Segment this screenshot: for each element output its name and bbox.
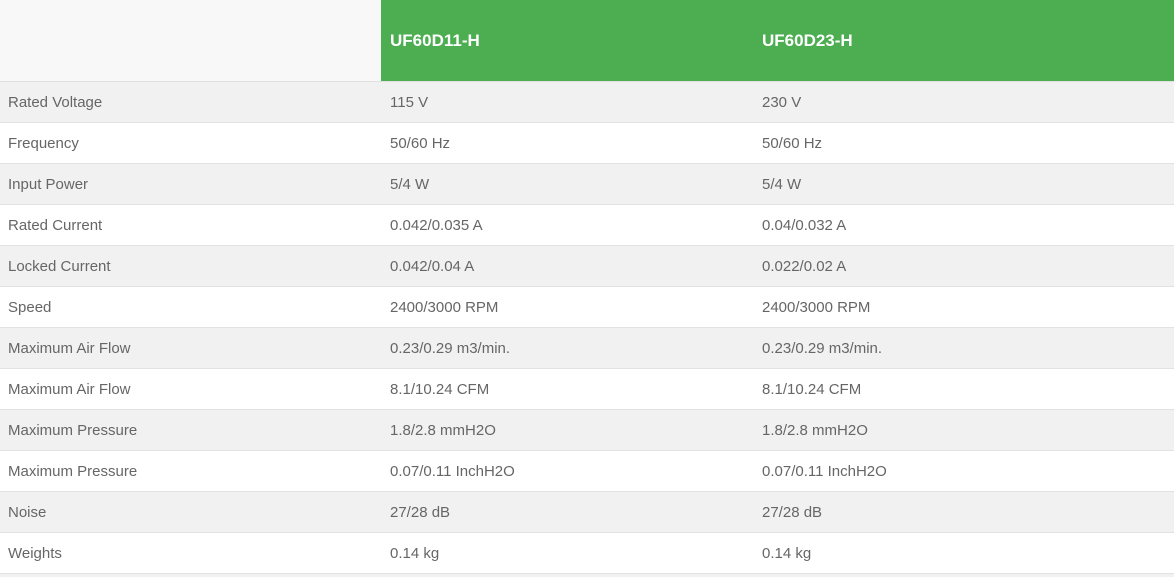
row-value-uf60d11h: 0.23/0.29 m3/min. (381, 328, 753, 369)
row-value-uf60d11h: 1.8/2.8 mmH2O (381, 410, 753, 451)
row-value-uf60d23h: 0.14 kg (753, 533, 1174, 574)
row-value-uf60d11h: 5/4 W (381, 164, 753, 205)
row-value-uf60d23h: 27/28 dB (753, 492, 1174, 533)
table-row: Rated Voltage 115 V 230 V (0, 82, 1174, 123)
table-row: Speed 2400/3000 RPM 2400/3000 RPM (0, 287, 1174, 328)
row-value-uf60d11h: 8.1/10.24 CFM (381, 369, 753, 410)
row-value-uf60d23h: 1.8/2.8 mmH2O (753, 410, 1174, 451)
row-label: Locked Current (0, 246, 381, 287)
row-label: Weights (0, 533, 381, 574)
table-row: Maximum Air Flow 0.23/0.29 m3/min. 0.23/… (0, 328, 1174, 369)
row-label: Maximum Pressure (0, 451, 381, 492)
table-row: Noise 27/28 dB 27/28 dB (0, 492, 1174, 533)
spec-table-container: UF60D11-H UF60D23-H Rated Voltage 115 V … (0, 0, 1174, 577)
table-row: Maximum Pressure 1.8/2.8 mmH2O 1.8/2.8 m… (0, 410, 1174, 451)
row-value-uf60d23h: 0.07/0.11 InchH2O (753, 451, 1174, 492)
row-value-uf60d23h: 2400/3000 RPM (753, 287, 1174, 328)
row-value-uf60d23h: 0.022/0.02 A (753, 246, 1174, 287)
row-label: Maximum Pressure (0, 410, 381, 451)
table-row: Rated Current 0.042/0.035 A 0.04/0.032 A (0, 205, 1174, 246)
row-value-uf60d11h: 0.042/0.04 A (381, 246, 753, 287)
table-row: Maximum Pressure 0.07/0.11 InchH2O 0.07/… (0, 451, 1174, 492)
spec-table-header: UF60D11-H UF60D23-H (0, 0, 1174, 82)
row-label: Maximum Air Flow (0, 369, 381, 410)
header-model-uf60d23h: UF60D23-H (753, 0, 1174, 82)
row-label: Maximum Air Flow (0, 328, 381, 369)
row-label: Noise (0, 492, 381, 533)
header-corner-cell (0, 0, 381, 82)
table-row: Weights 0.14 kg 0.14 kg (0, 533, 1174, 574)
row-label: Input Power (0, 164, 381, 205)
row-value-uf60d23h: 0.23/0.29 m3/min. (753, 328, 1174, 369)
row-value-uf60d11h: 50/60 Hz (381, 123, 753, 164)
row-value-uf60d11h: 0.14 kg (381, 533, 753, 574)
row-label: Rated Voltage (0, 82, 381, 123)
row-value-uf60d11h: 0.07/0.11 InchH2O (381, 451, 753, 492)
header-row: UF60D11-H UF60D23-H (0, 0, 1174, 82)
row-label: Frequency (0, 123, 381, 164)
row-value-uf60d23h: 230 V (753, 82, 1174, 123)
row-value-uf60d11h: 115 V (381, 82, 753, 123)
row-value-uf60d11h: 0.042/0.035 A (381, 205, 753, 246)
table-row: Maximum Air Flow 8.1/10.24 CFM 8.1/10.24… (0, 369, 1174, 410)
row-value-uf60d11h: 27/28 dB (381, 492, 753, 533)
row-label: Rated Current (0, 205, 381, 246)
row-value-uf60d23h: 8.1/10.24 CFM (753, 369, 1174, 410)
table-row: Frequency 50/60 Hz 50/60 Hz (0, 123, 1174, 164)
spec-table: UF60D11-H UF60D23-H Rated Voltage 115 V … (0, 0, 1174, 574)
row-label: Speed (0, 287, 381, 328)
row-value-uf60d23h: 50/60 Hz (753, 123, 1174, 164)
table-row: Input Power 5/4 W 5/4 W (0, 164, 1174, 205)
row-value-uf60d23h: 0.04/0.032 A (753, 205, 1174, 246)
header-model-uf60d11h: UF60D11-H (381, 0, 753, 82)
row-value-uf60d11h: 2400/3000 RPM (381, 287, 753, 328)
spec-table-body: Rated Voltage 115 V 230 V Frequency 50/6… (0, 82, 1174, 574)
row-value-uf60d23h: 5/4 W (753, 164, 1174, 205)
table-row: Locked Current 0.042/0.04 A 0.022/0.02 A (0, 246, 1174, 287)
